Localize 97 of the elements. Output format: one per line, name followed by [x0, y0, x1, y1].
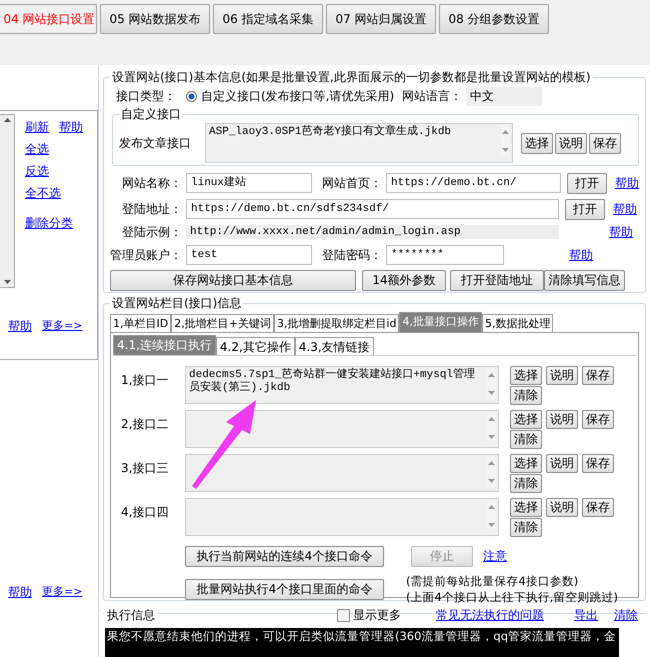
action-button[interactable]: 清除填写信息	[544, 270, 625, 291]
scrollbar-icon[interactable]	[501, 126, 510, 156]
group-title: 设置网站栏目(接口)信息	[111, 295, 242, 312]
text-area[interactable]	[185, 498, 499, 536]
field-label: 登陆地址：	[121, 200, 182, 218]
help-link[interactable]: 帮助	[613, 200, 637, 218]
text-area[interactable]	[185, 410, 499, 448]
field-label: 网站名称：	[121, 174, 182, 192]
button[interactable]: 选择	[510, 454, 542, 473]
link[interactable]: 清除	[614, 606, 638, 624]
language-field[interactable]: 中文	[466, 86, 542, 106]
tab[interactable]: 4.3,友情链接	[294, 337, 374, 355]
link[interactable]: 全不选	[25, 185, 83, 202]
button[interactable]: 保存	[582, 410, 614, 429]
help-link[interactable]: 帮助	[615, 174, 639, 192]
top-tab[interactable]: 05 网站数据发布	[100, 4, 210, 34]
action-button[interactable]: 14额外参数	[362, 270, 446, 291]
input-field[interactable]: linux建站	[186, 173, 312, 193]
field-label: 发布文章接口	[119, 134, 192, 152]
button[interactable]: 说明	[546, 498, 578, 517]
button[interactable]: 保存	[582, 366, 614, 385]
radio-button[interactable]: 自定义接口(发布接口等,请优先采用)	[186, 88, 394, 104]
top-tab[interactable]: 04 网站接口设置	[0, 4, 97, 34]
field-label: 3,接口三	[120, 460, 170, 477]
link[interactable]: 全选	[25, 141, 83, 158]
button[interactable]: 说明	[546, 454, 578, 473]
link[interactable]: 帮助	[59, 119, 83, 136]
field-label: 登陆示例：	[121, 224, 182, 240]
button[interactable]: 清除	[510, 518, 542, 537]
top-tab[interactable]: 06 指定域名采集	[213, 4, 323, 34]
field-label: 管理员账户：	[110, 246, 182, 264]
top-tab[interactable]: 07 网站归属设置	[326, 4, 436, 34]
tab[interactable]: 3,批增删提取绑定栏目id	[274, 314, 400, 332]
link[interactable]: 反选	[25, 163, 83, 180]
action-button[interactable]: 保存网站接口基本信息	[110, 270, 356, 291]
help-link[interactable]: 帮助	[8, 318, 32, 335]
group-title: 设置网站(接口)基本信息(如果是批量设置,此界面展示的一切参数都是批量设置网站的模板)	[111, 69, 592, 86]
field-label: 网站语言：	[402, 88, 462, 104]
batch-run-button[interactable]: 批量网站执行4个接口里面的命令	[185, 578, 384, 600]
more-link[interactable]: 更多=>	[42, 318, 82, 335]
field-label: 2,接口二	[120, 416, 170, 433]
hint-text: (上面4个接口从上往下执行,留空则跳过)	[406, 589, 618, 605]
button[interactable]: 清除	[510, 474, 542, 493]
button[interactable]: 选择	[521, 132, 553, 154]
button[interactable]: 清除	[510, 386, 542, 405]
link[interactable]: 常见无法执行的问题	[436, 606, 544, 624]
link[interactable]: 删除分类	[25, 215, 83, 232]
text-area[interactable]: dedecms5.7sp1_芭奇站群一健安装建站接口+mysql管理员安装(第三).jkdb	[185, 366, 499, 404]
input-field[interactable]: https://demo.bt.cn/sdfs234sdf/	[186, 199, 559, 219]
hint-text: (需提前每站批量保存4接口参数)	[406, 573, 580, 589]
note-link[interactable]: 注意	[483, 548, 507, 564]
field-label: 接口类型：	[116, 88, 177, 104]
tab[interactable]: 4,批量接口操作	[399, 312, 482, 332]
button[interactable]: 清除	[510, 430, 542, 449]
scrollbar-icon[interactable]	[487, 413, 496, 443]
section-title: 执行信息	[105, 606, 157, 624]
tab[interactable]: 4.1,连续接口执行	[113, 335, 216, 355]
checkbox[interactable]: 显示更多	[337, 606, 401, 624]
button[interactable]: 说明	[546, 366, 578, 385]
open-button[interactable]: 打开	[567, 172, 607, 194]
tab[interactable]: 4.2,其它操作	[216, 337, 295, 355]
open-button[interactable]: 打开	[565, 198, 605, 220]
tab[interactable]: 5,数据批处理	[482, 314, 554, 332]
button[interactable]: 保存	[589, 132, 621, 154]
button[interactable]: 说明	[546, 410, 578, 429]
button[interactable]: 保存	[582, 454, 614, 473]
input-field[interactable]: https://demo.bt.cn/	[386, 173, 561, 193]
top-tab[interactable]: 08 分组参数设置	[439, 4, 549, 34]
tab[interactable]: 2,批增栏目+关键词	[171, 314, 274, 332]
action-button[interactable]: 打开登陆地址	[450, 270, 544, 291]
password-field[interactable]: ********	[386, 245, 504, 265]
scrollbar-icon[interactable]	[487, 457, 496, 487]
field-label: 4,接口四	[120, 504, 170, 521]
field-label: 登陆密码：	[321, 246, 382, 264]
button[interactable]: 说明	[555, 132, 587, 154]
group-title: 自定义接口	[120, 106, 182, 123]
help-link[interactable]: 帮助	[569, 246, 593, 264]
scrollbar-icon[interactable]	[487, 501, 496, 531]
link[interactable]: 刷新	[25, 119, 49, 136]
button[interactable]: 选择	[510, 366, 542, 385]
field-label: 1,接口一	[120, 372, 170, 389]
button[interactable]: 选择	[510, 498, 542, 517]
log-output: 果您不愿意结束他们的进程，可以开启类似流量管理器(360流量管理器，qq管家流量管理器，金	[105, 628, 619, 657]
field-label: 网站首页：	[321, 174, 382, 192]
button[interactable]: 选择	[510, 410, 542, 429]
run-button[interactable]: 执行当前网站的连续4个接口命令	[185, 546, 384, 566]
button[interactable]: 保存	[582, 498, 614, 517]
text-area[interactable]: ASP_laoy3.0SP1芭奇老Y接口有文章生成.jkdb	[205, 123, 513, 163]
example-text: http://www.xxxx.net/admin/admin_login.asp	[186, 225, 559, 239]
text-area[interactable]	[185, 454, 499, 492]
tab[interactable]: 1,单栏目ID	[110, 314, 172, 332]
help-link[interactable]: 帮助	[609, 224, 633, 240]
more-link[interactable]: 更多=>	[42, 584, 82, 601]
scrollbar-icon[interactable]	[487, 369, 496, 399]
link[interactable]: 导出	[574, 606, 598, 624]
help-link[interactable]: 帮助	[8, 584, 32, 601]
input-field[interactable]: test	[186, 245, 312, 265]
